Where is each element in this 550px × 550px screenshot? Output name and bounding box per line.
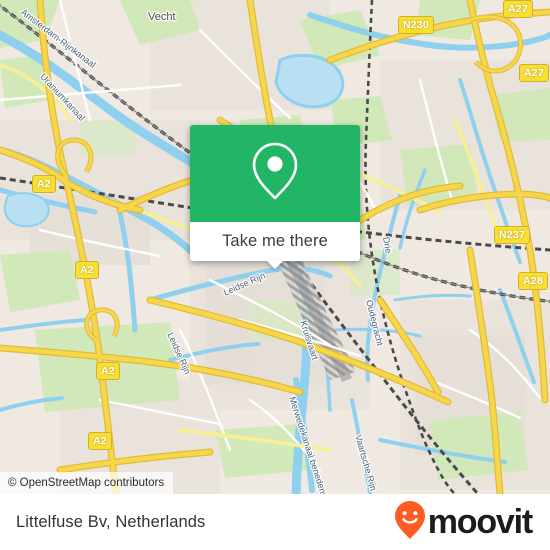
poi-card-action[interactable]: Take me there <box>190 222 360 269</box>
location-pin-icon <box>249 140 301 207</box>
poi-card-hero <box>190 125 360 222</box>
take-me-there-card[interactable]: Take me there <box>190 125 360 269</box>
take-me-there-label: Take me there <box>222 232 328 250</box>
moovit-wordmark: moovit <box>427 503 533 541</box>
card-pointer-tail <box>266 260 284 269</box>
map-screen: Amsterdam-Rijnkanaal Uraniumkanaal Vecht… <box>0 0 550 550</box>
footer-bar: Littelfuse Bv, Netherlands moovit <box>0 494 550 550</box>
moovit-smiley-pin-icon <box>394 500 426 545</box>
osm-attribution[interactable]: © OpenStreetMap contributors <box>0 472 174 494</box>
place-title: Littelfuse Bv, Netherlands <box>16 512 206 531</box>
moovit-brand[interactable]: moovit <box>394 500 533 545</box>
